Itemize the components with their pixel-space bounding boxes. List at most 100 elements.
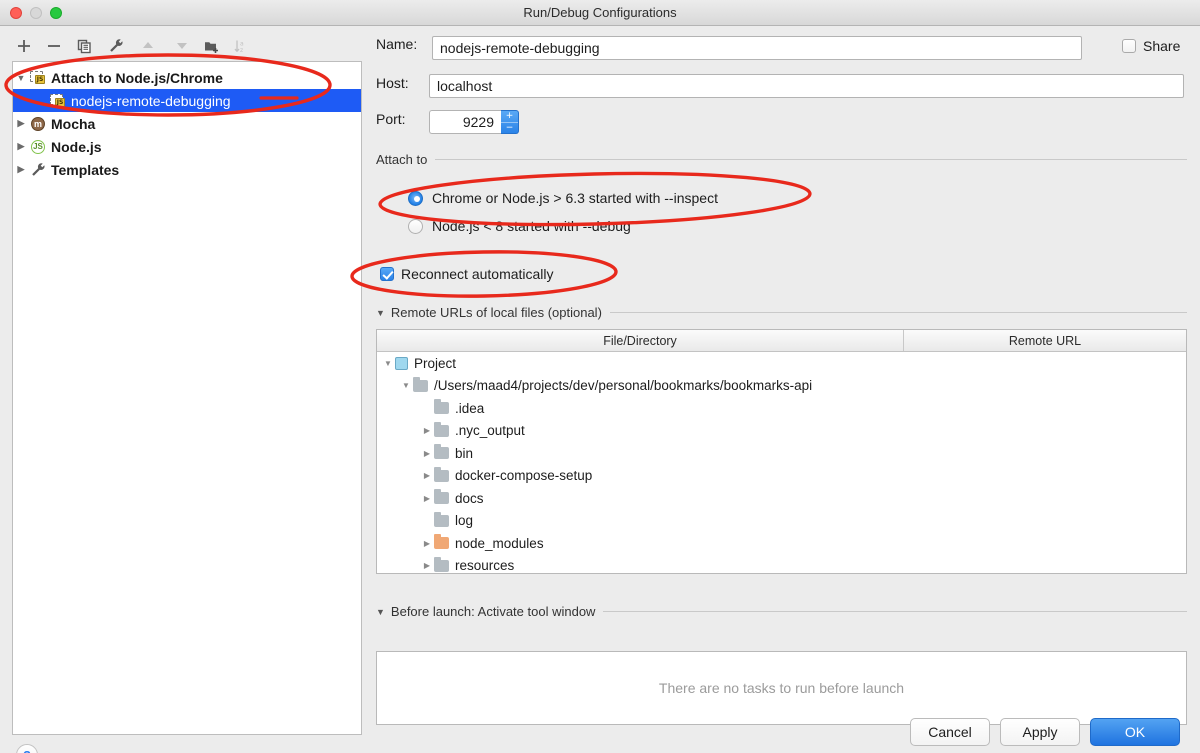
file-label: /Users/maad4/projects/dev/personal/bookm…	[434, 378, 812, 393]
file-label: .idea	[455, 401, 484, 416]
name-label: Name:	[376, 36, 417, 52]
folder-icon-orange	[434, 537, 449, 549]
attach-to-group-header: Attach to	[376, 152, 1187, 167]
reconnect-automatically-label: Reconnect automatically	[401, 266, 554, 282]
radio-row-inspect[interactable]: Chrome or Node.js > 6.3 started with --i…	[408, 190, 718, 206]
remote-urls-table[interactable]: File/Directory Remote URL ▼ Project ▼ /U…	[376, 329, 1187, 574]
remote-urls-group-header[interactable]: ▼ Remote URLs of local files (optional)	[376, 305, 1187, 320]
tree-item-nodejs[interactable]: ▶ JS Node.js	[13, 135, 361, 158]
table-row[interactable]: ▶ docker-compose-setup	[377, 465, 1186, 488]
svg-text:z: z	[240, 47, 243, 54]
add-configuration-button[interactable]	[12, 34, 36, 58]
configurations-toolbar: a z	[10, 34, 360, 62]
tree-expand-arrow[interactable]: ▶	[420, 471, 434, 480]
chevron-down-icon[interactable]: ▼	[376, 607, 385, 617]
tree-expand-arrow[interactable]: ▶	[13, 118, 29, 129]
file-label: bin	[455, 446, 473, 461]
attach-inspect-radio[interactable]	[408, 191, 423, 206]
tree-expand-arrow[interactable]: ▼	[381, 359, 395, 368]
share-checkbox[interactable]	[1122, 39, 1136, 53]
port-stepper-buttons[interactable]: + −	[501, 110, 519, 134]
folder-icon	[434, 560, 449, 572]
move-up-button	[136, 34, 160, 58]
tree-item-label: Templates	[51, 162, 119, 178]
tree-expand-arrow[interactable]: ▶	[13, 141, 29, 152]
table-row[interactable]: ▶ .nyc_output	[377, 420, 1186, 443]
help-button[interactable]: ?	[16, 744, 38, 753]
new-folder-button[interactable]	[200, 34, 224, 58]
window-title: Run/Debug Configurations	[0, 0, 1200, 26]
mocha-icon: m	[29, 116, 47, 132]
attach-debug-radio[interactable]	[408, 219, 423, 234]
tree-item-mocha[interactable]: ▶ m Mocha	[13, 112, 361, 135]
before-launch-task-list[interactable]: There are no tasks to run before launch	[376, 651, 1187, 725]
configurations-tree[interactable]: ▼ JS Attach to Node.js/Chrome JS nodejs-…	[12, 61, 362, 735]
folder-icon	[434, 492, 449, 504]
file-label: .nyc_output	[455, 423, 525, 438]
folder-icon	[413, 380, 428, 392]
tree-expand-arrow[interactable]: ▶	[420, 449, 434, 458]
table-row[interactable]: ▼ Project	[377, 352, 1186, 375]
column-header-remote-url[interactable]: Remote URL	[904, 330, 1186, 351]
attach-nodejs-icon: JS	[49, 93, 67, 109]
share-checkbox-row[interactable]: Share	[1122, 38, 1180, 54]
reconnect-automatically-checkbox[interactable]	[380, 267, 394, 281]
port-field-row: Port:	[376, 111, 406, 127]
before-launch-group-header[interactable]: ▼ Before launch: Activate tool window	[376, 604, 1187, 619]
file-label: docs	[455, 491, 484, 506]
remote-urls-group-title: Remote URLs of local files (optional)	[391, 305, 602, 320]
table-row[interactable]: ▶ resources	[377, 555, 1186, 575]
tree-item-attach-to-nodejs-chrome[interactable]: ▼ JS Attach to Node.js/Chrome	[13, 66, 361, 89]
tree-item-label: nodejs-remote-debugging	[71, 93, 231, 109]
table-row[interactable]: ▼ /Users/maad4/projects/dev/personal/boo…	[377, 375, 1186, 398]
folder-icon	[434, 515, 449, 527]
table-row[interactable]: log	[377, 510, 1186, 533]
copy-configuration-button[interactable]	[72, 34, 96, 58]
tree-expand-arrow[interactable]: ▶	[420, 494, 434, 503]
remove-configuration-button[interactable]	[42, 34, 66, 58]
tree-expand-arrow[interactable]: ▼	[399, 381, 413, 390]
file-label: resources	[455, 558, 514, 573]
cancel-button[interactable]: Cancel	[910, 718, 990, 746]
nodejs-icon: JS	[29, 139, 47, 155]
folder-icon	[434, 402, 449, 414]
table-row[interactable]: .idea	[377, 397, 1186, 420]
group-divider-line	[435, 159, 1187, 160]
file-label: node_modules	[455, 536, 544, 551]
port-increment-button[interactable]: +	[501, 111, 518, 122]
before-launch-empty-text: There are no tasks to run before launch	[659, 680, 904, 696]
port-stepper[interactable]: 9229 + −	[429, 110, 519, 134]
tree-item-label: Node.js	[51, 139, 102, 155]
name-input[interactable]: nodejs-remote-debugging	[432, 36, 1082, 60]
folder-icon	[434, 447, 449, 459]
port-decrement-button[interactable]: −	[501, 123, 518, 134]
tree-expand-arrow[interactable]: ▶	[420, 426, 434, 435]
tree-expand-arrow[interactable]: ▶	[13, 164, 29, 175]
reconnect-checkbox-row[interactable]: Reconnect automatically	[380, 266, 554, 282]
table-row[interactable]: ▶ node_modules	[377, 532, 1186, 555]
file-label: Project	[414, 356, 456, 371]
attach-debug-label: Node.js < 8 started with --debug	[432, 218, 631, 234]
chevron-down-icon[interactable]: ▼	[376, 308, 385, 318]
project-icon	[395, 357, 408, 370]
table-header-row: File/Directory Remote URL	[377, 330, 1186, 352]
table-row[interactable]: ▶ bin	[377, 442, 1186, 465]
tree-item-nodejs-remote-debugging[interactable]: JS nodejs-remote-debugging	[13, 89, 361, 112]
move-down-button	[170, 34, 194, 58]
sort-alphabetically-button: a z	[230, 34, 254, 58]
radio-row-debug[interactable]: Node.js < 8 started with --debug	[408, 218, 631, 234]
edit-defaults-wrench-button[interactable]	[104, 34, 128, 58]
column-header-file-directory[interactable]: File/Directory	[377, 330, 904, 351]
port-input[interactable]: 9229	[429, 110, 501, 134]
ok-button[interactable]: OK	[1090, 718, 1180, 746]
attach-nodejs-icon: JS	[29, 70, 47, 86]
tree-expand-arrow[interactable]: ▼	[13, 73, 29, 83]
apply-button[interactable]: Apply	[1000, 718, 1080, 746]
tree-expand-arrow[interactable]: ▶	[420, 539, 434, 548]
window-titlebar: Run/Debug Configurations	[0, 0, 1200, 26]
host-input[interactable]: localhost	[429, 74, 1184, 98]
tree-item-templates[interactable]: ▶ Templates	[13, 158, 361, 181]
tree-expand-arrow[interactable]: ▶	[420, 561, 434, 570]
table-row[interactable]: ▶ docs	[377, 487, 1186, 510]
dialog-content: a z ▼ JS Attach to Node.js/Chrome JS nod…	[0, 26, 1200, 753]
